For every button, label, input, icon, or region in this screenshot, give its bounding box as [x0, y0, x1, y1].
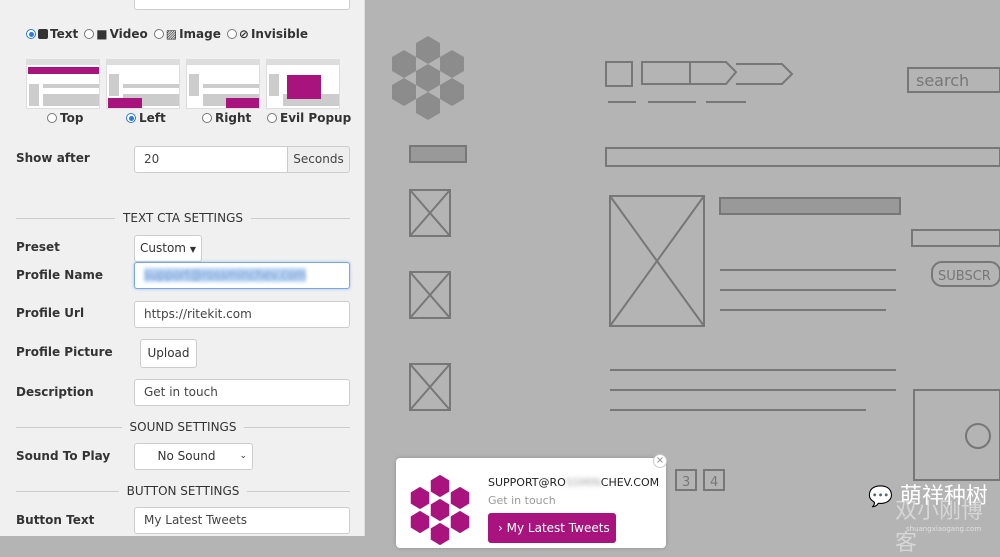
square-icon	[38, 29, 48, 39]
cta-type-radios: Text ■ Video ▨ Image ⊘ Invisible	[26, 27, 308, 41]
chevron-right-icon: ›	[498, 521, 503, 535]
cta-label: My Latest Tweets	[506, 521, 610, 535]
label: Top	[60, 111, 84, 125]
thumbnail-left[interactable]	[106, 59, 180, 109]
position-thumbnails	[26, 59, 340, 109]
heading-text: SOUND SETTINGS	[129, 420, 237, 434]
sound-label: Sound To Play	[16, 449, 111, 463]
radio[interactable]	[47, 113, 57, 123]
upload-button[interactable]: Upload	[140, 339, 197, 368]
heading-text: BUTTON SETTINGS	[126, 484, 240, 498]
watermark-title-text: 萌祥种树	[899, 484, 988, 509]
cta-type-video[interactable]: ■ Video	[84, 27, 148, 41]
watermark-url: shuangxiaogang.com	[906, 525, 982, 533]
label: Image	[179, 27, 221, 41]
preset-label: Preset	[16, 240, 60, 254]
button-text-label: Button Text	[16, 513, 95, 527]
sketch-page-3: 3	[682, 475, 690, 490]
heading-text: TEXT CTA SETTINGS	[123, 211, 243, 225]
seconds-addon: Seconds	[287, 146, 350, 173]
popup-description: Get in touch	[488, 494, 556, 507]
profile-url-label: Profile Url	[16, 306, 85, 320]
radio[interactable]	[153, 29, 164, 39]
image-icon: ▨	[165, 27, 178, 41]
thumbnail-top[interactable]	[26, 59, 100, 109]
close-icon[interactable]: ×	[653, 454, 667, 468]
thumbnail-evil-popup[interactable]	[266, 59, 340, 109]
hexagon-logo	[392, 36, 464, 120]
top-input[interactable]	[134, 0, 350, 10]
name-start: SUPPORT@RO	[488, 476, 566, 489]
label: Right	[215, 111, 252, 125]
position-right[interactable]: Right	[202, 111, 251, 125]
position-evil-popup[interactable]: Evil Popup	[267, 111, 351, 125]
radio[interactable]	[202, 113, 212, 123]
hexagon-logo-icon	[409, 473, 471, 547]
radio[interactable]	[84, 29, 95, 39]
sketch-search-text: search	[916, 71, 969, 90]
cta-type-text[interactable]: Text	[26, 27, 78, 41]
text-cta-heading: TEXT CTA SETTINGS	[16, 211, 350, 225]
profile-name-value: support@rossminchev.com	[144, 268, 307, 282]
radio[interactable]	[226, 29, 237, 39]
chevron-down-icon: ⌄	[239, 451, 247, 461]
sketch-page-4: 4	[710, 475, 718, 490]
label: Text	[50, 27, 79, 41]
profile-name-input[interactable]: support@rossminchev.com	[134, 262, 350, 289]
radio[interactable]	[26, 29, 36, 39]
preset-dropdown[interactable]: Custom ▼	[134, 235, 202, 262]
button-text-input[interactable]: My Latest Tweets	[134, 507, 350, 534]
description-input[interactable]: Get in touch	[134, 379, 350, 406]
popup-profile-name: SUPPORT@ROSSMINCHEV.COM	[488, 476, 659, 489]
label: Invisible	[250, 27, 308, 41]
position-left[interactable]: Left	[126, 111, 166, 125]
profile-name-label: Profile Name	[16, 268, 104, 282]
label: Left	[139, 111, 166, 125]
radio[interactable]	[126, 113, 136, 123]
cta-type-invisible[interactable]: ⊘ Invisible	[226, 27, 308, 41]
profile-url-input[interactable]: https://ritekit.com	[134, 301, 350, 328]
video-camera-icon: ■	[96, 27, 108, 41]
profile-picture-label: Profile Picture	[16, 345, 113, 359]
radio[interactable]	[267, 113, 277, 123]
preset-value: Custom	[140, 241, 186, 255]
sound-value: No Sound	[157, 449, 216, 463]
website-sketch-preview: search SUBSCR 3 4	[366, 0, 1000, 536]
label: Evil Popup	[280, 111, 352, 125]
button-settings-heading: BUTTON SETTINGS	[16, 484, 350, 498]
sound-select[interactable]: No Sound ⌄	[134, 443, 253, 470]
show-after-label: Show after	[16, 151, 90, 165]
label: Video	[109, 27, 148, 41]
thumbnail-right[interactable]	[186, 59, 260, 109]
name-blurred: SSMIN	[565, 476, 601, 489]
watermark-title: 💬 萌祥种树	[868, 478, 988, 510]
name-end: CHEV.COM	[600, 476, 660, 489]
eye-slash-icon: ⊘	[238, 27, 249, 41]
popup-cta-button[interactable]: › My Latest Tweets	[488, 513, 616, 543]
cta-popup-preview: SUPPORT@ROSSMINCHEV.COM Get in touch › M…	[396, 454, 667, 548]
show-after-input[interactable]: 20	[134, 146, 288, 173]
wireframe-sketch: search SUBSCR 3 4	[392, 36, 1000, 491]
settings-panel: Text ■ Video ▨ Image ⊘ Invisible Top Left R…	[0, 0, 365, 536]
sound-settings-heading: SOUND SETTINGS	[16, 420, 350, 434]
wechat-icon: 💬	[868, 484, 893, 508]
caret-down-icon: ▼	[189, 245, 196, 254]
sketch-subscribe-text: SUBSCR	[938, 269, 991, 284]
cta-type-image[interactable]: ▨ Image	[153, 27, 221, 41]
position-top[interactable]: Top	[47, 111, 83, 125]
description-label: Description	[16, 385, 94, 399]
